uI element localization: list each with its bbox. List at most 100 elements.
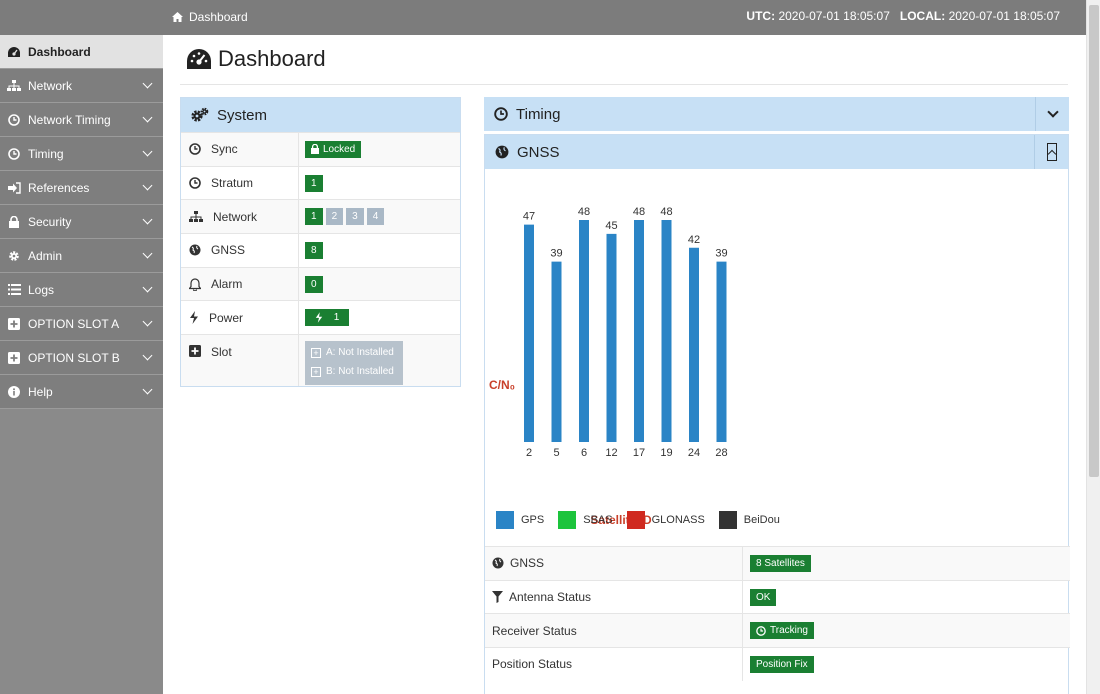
sidebar-item-label: Security [28, 214, 72, 229]
network-port-badge: 1 [305, 208, 323, 226]
sidebar-item-label: Help [28, 384, 53, 399]
network-port-badge: 3 [346, 208, 364, 226]
x-tick-label: 19 [660, 447, 672, 459]
chevron-down-icon [142, 384, 153, 395]
top-bar: Dashboard UTC: 2020-07-01 18:05:07 LOCAL… [0, 0, 1100, 35]
x-tick-label: 12 [605, 447, 617, 459]
chart-bar[interactable] [606, 233, 617, 442]
clock-icon [6, 147, 22, 160]
data-label: 45 [605, 220, 617, 232]
timing-panel-header[interactable]: Timing [484, 97, 1069, 131]
slot-status-box: + A: Not Installed + B: Not Installed [305, 341, 403, 386]
sidebar-item-label: Network [28, 78, 73, 93]
clock-icon [494, 107, 508, 121]
sign-in-icon [6, 181, 22, 194]
legend-label: BeiDou [743, 514, 780, 526]
system-panel-title: System [217, 106, 268, 124]
network-icon [6, 79, 22, 92]
gnss-panel-header[interactable]: GNSS [485, 135, 1068, 169]
gears-icon [191, 107, 209, 122]
sidebar-item-dashboard[interactable]: Dashboard [0, 35, 163, 69]
page-title: Dashboard [186, 46, 326, 72]
sidebar-item-security[interactable]: Security [0, 205, 163, 239]
alarm-label: Alarm [211, 277, 243, 292]
sidebar-item-label: Timing [28, 146, 64, 161]
sidebar-item-logs[interactable]: Logs [0, 273, 163, 307]
sidebar-item-option-slot-b[interactable]: OPTION SLOT B [0, 341, 163, 375]
chevron-down-icon [142, 282, 153, 293]
chevron-down-icon [142, 214, 153, 225]
data-label: 48 [660, 206, 672, 218]
power-value: 1 [333, 312, 340, 324]
chevron-up-icon [1047, 149, 1056, 159]
slot-label: Slot [211, 345, 232, 360]
alarm-badge: 0 [305, 275, 323, 293]
legend-label: GLONASS [651, 514, 705, 526]
legend-swatch [496, 511, 514, 529]
chevron-down-icon [1046, 106, 1059, 118]
satellite-count-badge: 8 Satellites [750, 554, 811, 572]
utc-label: UTC: [746, 9, 776, 23]
sidebar-item-label: Admin [28, 248, 63, 263]
sync-status-badge: Locked [305, 140, 362, 158]
sidebar-item-network-timing[interactable]: Network Timing [0, 103, 163, 137]
gnss-row-label: GNSS [510, 556, 545, 571]
filter-icon [492, 591, 503, 604]
chart-legend: GPS SBAS GLONASS BeiDou [496, 511, 794, 529]
legend-swatch [718, 511, 737, 529]
sidebar-item-label: Network Timing [28, 112, 111, 127]
home-icon [172, 12, 183, 22]
chart-bar[interactable] [634, 220, 644, 442]
scrollbar-thumb[interactable] [1089, 5, 1099, 477]
slot-b-status: B: Not Installed [326, 366, 394, 378]
sidebar-item-network[interactable]: Network [0, 69, 163, 103]
bolt-icon [190, 311, 198, 325]
chart-bar[interactable] [579, 220, 589, 442]
data-label: 39 [550, 248, 562, 260]
data-label: 39 [715, 248, 727, 260]
chart-bar[interactable] [551, 261, 562, 442]
sidebar-item-admin[interactable]: Admin [0, 239, 163, 273]
chart-bar[interactable] [661, 220, 672, 442]
sidebar-item-option-slot-a[interactable]: OPTION SLOT A [0, 307, 163, 341]
table-row: Slot + A: Not Installed + B: Not Installed [181, 334, 460, 387]
table-row: Alarm 0 [181, 266, 460, 301]
list-icon [6, 284, 22, 295]
network-port-badge: 4 [366, 208, 385, 226]
breadcrumb[interactable]: Dashboard [172, 10, 248, 24]
chart-bar[interactable] [716, 261, 727, 442]
legend-item-gps[interactable]: GPS [496, 511, 544, 529]
sidebar-item-label: Logs [28, 282, 55, 297]
sidebar-item-label: OPTION SLOT B [28, 350, 120, 365]
legend-item-sbas[interactable]: SBAS [558, 511, 613, 529]
scrollbar[interactable] [1086, 0, 1100, 694]
sidebar-item-references[interactable]: References [0, 171, 163, 205]
table-row: Position Status Position Fix [485, 647, 1070, 681]
chevron-down-icon [142, 112, 153, 123]
legend-item-glonass[interactable]: GLONASS [626, 511, 705, 529]
info-icon [6, 385, 22, 398]
x-tick-label: 5 [553, 447, 559, 459]
stratum-label: Stratum [211, 176, 254, 191]
chart-bar[interactable] [524, 224, 534, 442]
legend-item-beidou[interactable]: BeiDou [718, 511, 780, 529]
x-tick-label: 6 [581, 447, 587, 459]
data-label: 42 [688, 234, 700, 246]
gear-icon [6, 250, 22, 262]
chevron-down-icon [142, 78, 153, 89]
table-row: Stratum 1 [181, 165, 460, 200]
network-label: Network [213, 209, 258, 224]
collapse-gnss-button[interactable] [1034, 135, 1068, 169]
gnss-label: GNSS [211, 243, 246, 258]
gnss-panel-title: GNSS [517, 143, 560, 161]
sidebar-item-timing[interactable]: Timing [0, 137, 163, 171]
globe-icon [495, 145, 509, 159]
legend-label: GPS [521, 514, 545, 526]
lock-icon [311, 144, 319, 155]
sidebar-item-help[interactable]: Help [0, 375, 163, 409]
receiver-status-value: Tracking [770, 625, 808, 637]
expand-timing-button[interactable] [1035, 97, 1069, 131]
y-axis-label: C/N₀ [489, 378, 515, 392]
gnss-signal-chart: 47 2 39 5 48 6 45 12 48 17 48 19 42 24 39 28 C/N₀ Satel… [485, 169, 1070, 547]
chart-bar[interactable] [689, 247, 699, 442]
